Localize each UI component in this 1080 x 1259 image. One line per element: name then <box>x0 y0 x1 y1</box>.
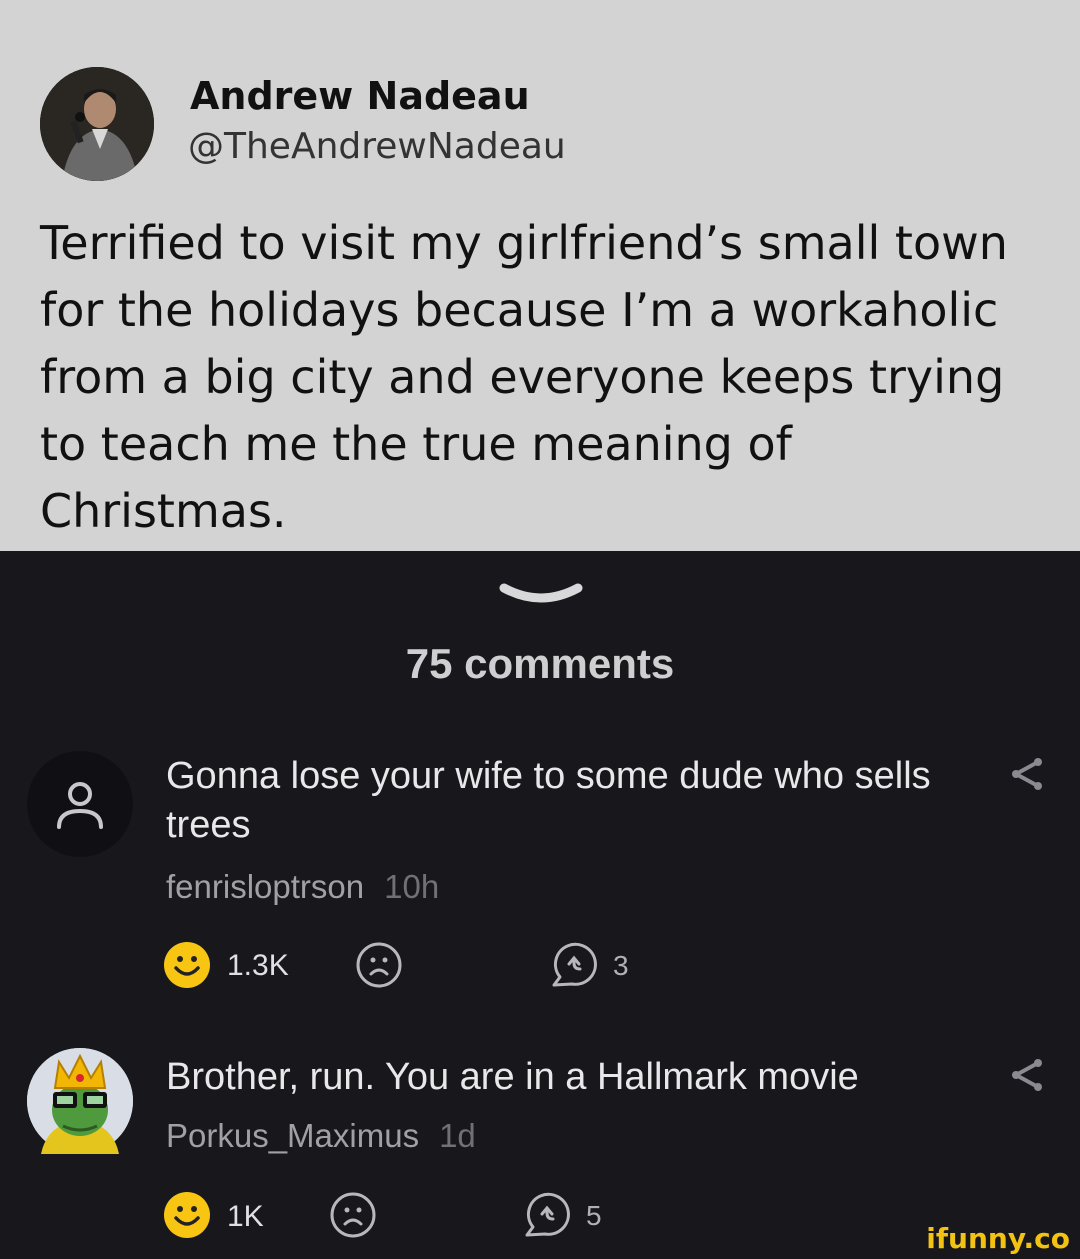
smile-button-icon[interactable] <box>163 941 211 994</box>
comment-meta: fenrisloptrson 10h <box>166 868 439 906</box>
default-avatar[interactable] <box>27 751 133 857</box>
comment-username[interactable]: Porkus_Maximus <box>166 1117 419 1154</box>
ifunny-watermark: ifunny.co <box>926 1222 1070 1255</box>
comment-time: 1d <box>439 1117 476 1154</box>
author-name[interactable]: Andrew Nadeau <box>190 74 530 118</box>
author-avatar[interactable] <box>40 67 154 181</box>
reply-button-icon[interactable] <box>550 941 600 994</box>
comment-text: Gonna lose your wife to some dude who se… <box>166 755 931 846</box>
smile-count: 1.3K <box>227 949 289 982</box>
share-icon[interactable] <box>1008 756 1046 797</box>
smile-count: 1K <box>227 1200 264 1233</box>
comment-username[interactable]: fenrisloptrson <box>166 868 364 905</box>
author-handle[interactable]: @TheAndrewNadeau <box>188 126 566 167</box>
unsmile-button-icon[interactable] <box>329 1191 377 1244</box>
comment-meta: Porkus_Maximus 1d <box>166 1117 476 1155</box>
reply-count: 5 <box>586 1200 602 1231</box>
comments-count: 75 comments <box>405 640 675 687</box>
reply-count: 3 <box>613 950 629 981</box>
reply-button-icon[interactable] <box>523 1191 573 1244</box>
comment-text: Brother, run. You are in a Hallmark movi… <box>166 1056 859 1098</box>
user-avatar[interactable] <box>27 1048 133 1154</box>
share-icon[interactable] <box>1008 1057 1046 1098</box>
unsmile-button-icon[interactable] <box>355 941 403 994</box>
smile-button-icon[interactable] <box>163 1191 211 1244</box>
collapse-chevron-icon[interactable] <box>498 582 584 615</box>
comment-time: 10h <box>384 868 440 905</box>
tweet-text: Terrified to visit my girlfriend’s small… <box>40 216 1008 538</box>
tweet-card: Andrew Nadeau @TheAndrewNadeau Terrified… <box>0 0 1080 551</box>
